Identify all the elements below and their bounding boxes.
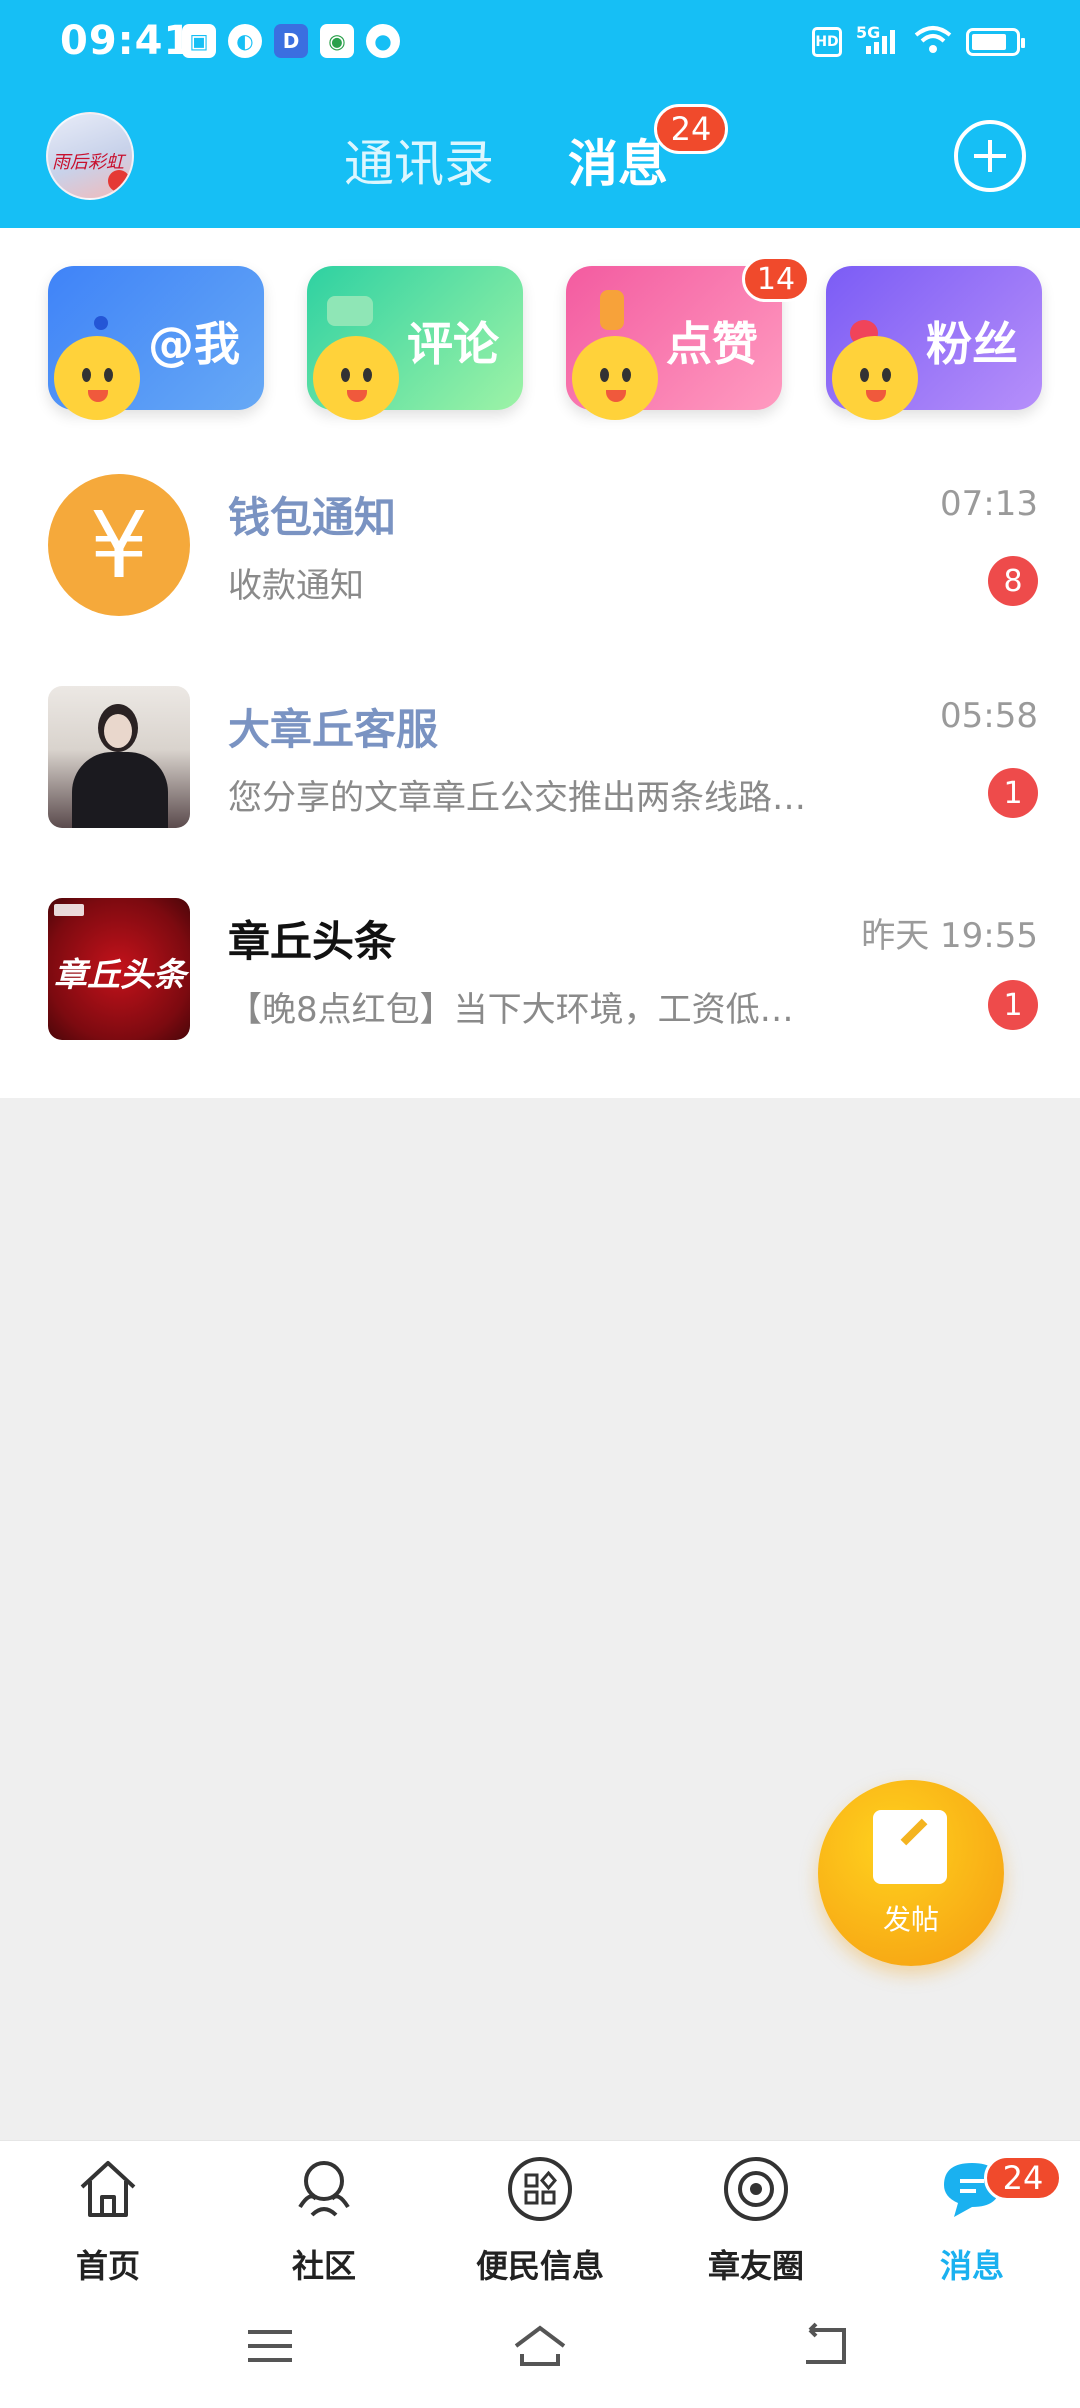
news-logo-icon: 章丘头条 <box>48 898 190 1040</box>
hd-icon: HD <box>812 27 842 57</box>
bank-app-icon: ◉ <box>320 24 354 58</box>
message-preview: 收款通知 <box>228 566 364 606</box>
smiley-icon <box>572 336 658 420</box>
smiley-icon <box>54 336 140 420</box>
card-likes-label: 点赞 <box>666 317 758 371</box>
nav-messages-label: 消息 <box>939 2247 1004 2285</box>
smiley-icon <box>832 336 918 420</box>
message-preview: 您分享的文章章丘公交推出两条线路… <box>228 778 806 818</box>
message-row-news[interactable]: 章丘头条 章丘头条 【晚8点红包】当下大环境，工资低… 昨天 19:55 1 <box>0 882 1080 1072</box>
message-row-service[interactable]: 大章丘客服 您分享的文章章丘公交推出两条线路… 05:58 1 <box>0 670 1080 860</box>
message-title: 钱包通知 <box>228 493 397 542</box>
unread-badge: 1 <box>988 768 1038 818</box>
post-button-label: 发帖 <box>882 1903 939 1936</box>
avatar-badge <box>108 170 130 192</box>
nav-home-label: 首页 <box>75 2247 140 2285</box>
news-logo-text: 章丘头条 <box>54 955 186 994</box>
gallery-icon: ▣ <box>182 24 216 58</box>
likes-badge: 14 <box>742 256 810 302</box>
wifi-icon <box>914 25 952 59</box>
app-root: 09:41 ▣ ◐ D ◉ ● HD 5G 雨后彩虹 通讯录 消息 24 @我 … <box>0 0 1080 2408</box>
message-title: 章丘头条 <box>228 917 397 966</box>
edit-icon <box>873 1810 947 1884</box>
yen-icon: ¥ <box>48 474 190 616</box>
card-fans-label: 粉丝 <box>926 317 1018 371</box>
nav-messages[interactable]: 24 消息 <box>872 2155 1072 2285</box>
nav-home[interactable]: 首页 <box>8 2155 208 2285</box>
battery-icon <box>966 28 1025 56</box>
community-icon <box>298 2161 350 2217</box>
unread-badge: 1 <box>988 980 1038 1030</box>
card-fans[interactable]: 粉丝 <box>826 266 1042 420</box>
nav-circle[interactable]: 章友圈 <box>656 2155 856 2285</box>
circle-camera-icon <box>724 2157 788 2221</box>
home-system-icon[interactable] <box>510 2316 570 2376</box>
avatar[interactable]: 雨后彩虹 <box>46 112 134 200</box>
status-bar: 09:41 ▣ ◐ D ◉ ● HD 5G <box>0 0 1080 84</box>
card-comments[interactable]: 评论 <box>307 266 523 420</box>
unread-badge: 8 <box>988 556 1038 606</box>
home-icon <box>80 2161 136 2217</box>
network-type: 5G <box>856 24 880 42</box>
message-title: 大章丘客服 <box>228 705 439 754</box>
card-comments-label: 评论 <box>407 317 499 371</box>
plus-circle-icon[interactable] <box>954 120 1026 192</box>
message-list-area: @我 评论 点赞 14 粉丝 ¥ 钱包通知 收款通知 07:13 8 大章丘客服… <box>0 228 1080 1098</box>
chat-bubble-icon: ● <box>366 24 400 58</box>
nav-community[interactable]: 社区 <box>224 2155 424 2285</box>
avatar-text: 雨后彩虹 <box>52 152 124 173</box>
smiley-icon <box>313 336 399 420</box>
status-time: 09:41 <box>60 18 193 64</box>
message-preview: 【晚8点红包】当下大环境，工资低… <box>228 990 794 1030</box>
grid-services-icon <box>508 2157 572 2221</box>
nav-messages-badge: 24 <box>984 2155 1062 2201</box>
nav-services[interactable]: 便民信息 <box>440 2155 640 2285</box>
menu-icon[interactable] <box>240 2316 300 2376</box>
tab-contacts[interactable]: 通讯录 <box>344 124 494 196</box>
message-time: 昨天 19:55 <box>861 916 1038 956</box>
nav-services-label: 便民信息 <box>475 2247 604 2285</box>
header: 09:41 ▣ ◐ D ◉ ● HD 5G 雨后彩虹 通讯录 消息 24 <box>0 0 1080 228</box>
signal-icon: 5G <box>856 23 900 60</box>
status-right: HD 5G <box>812 23 1025 60</box>
message-time: 05:58 <box>940 696 1038 736</box>
tab-messages[interactable]: 消息 <box>568 124 668 196</box>
browser-icon: ◐ <box>228 24 262 58</box>
message-time: 07:13 <box>940 484 1038 524</box>
bottom-nav: 首页 社区 便民信息 章友圈 24 消息 <box>0 2140 1080 2290</box>
back-icon[interactable] <box>796 2316 856 2376</box>
nav-community-label: 社区 <box>291 2247 356 2285</box>
nav-circle-label: 章友圈 <box>707 2247 804 2285</box>
profile-photo-icon <box>48 686 190 828</box>
message-row-wallet[interactable]: ¥ 钱包通知 收款通知 07:13 8 <box>0 458 1080 648</box>
d-app-icon: D <box>274 24 308 58</box>
messages-unread-badge: 24 <box>654 104 728 154</box>
system-nav-bar <box>0 2290 1080 2408</box>
post-button[interactable]: 发帖 <box>818 1780 1004 1966</box>
card-mentions-label: @我 <box>148 317 240 371</box>
card-mentions[interactable]: @我 <box>48 266 264 420</box>
status-app-icons: ▣ ◐ D ◉ ● <box>182 24 400 58</box>
